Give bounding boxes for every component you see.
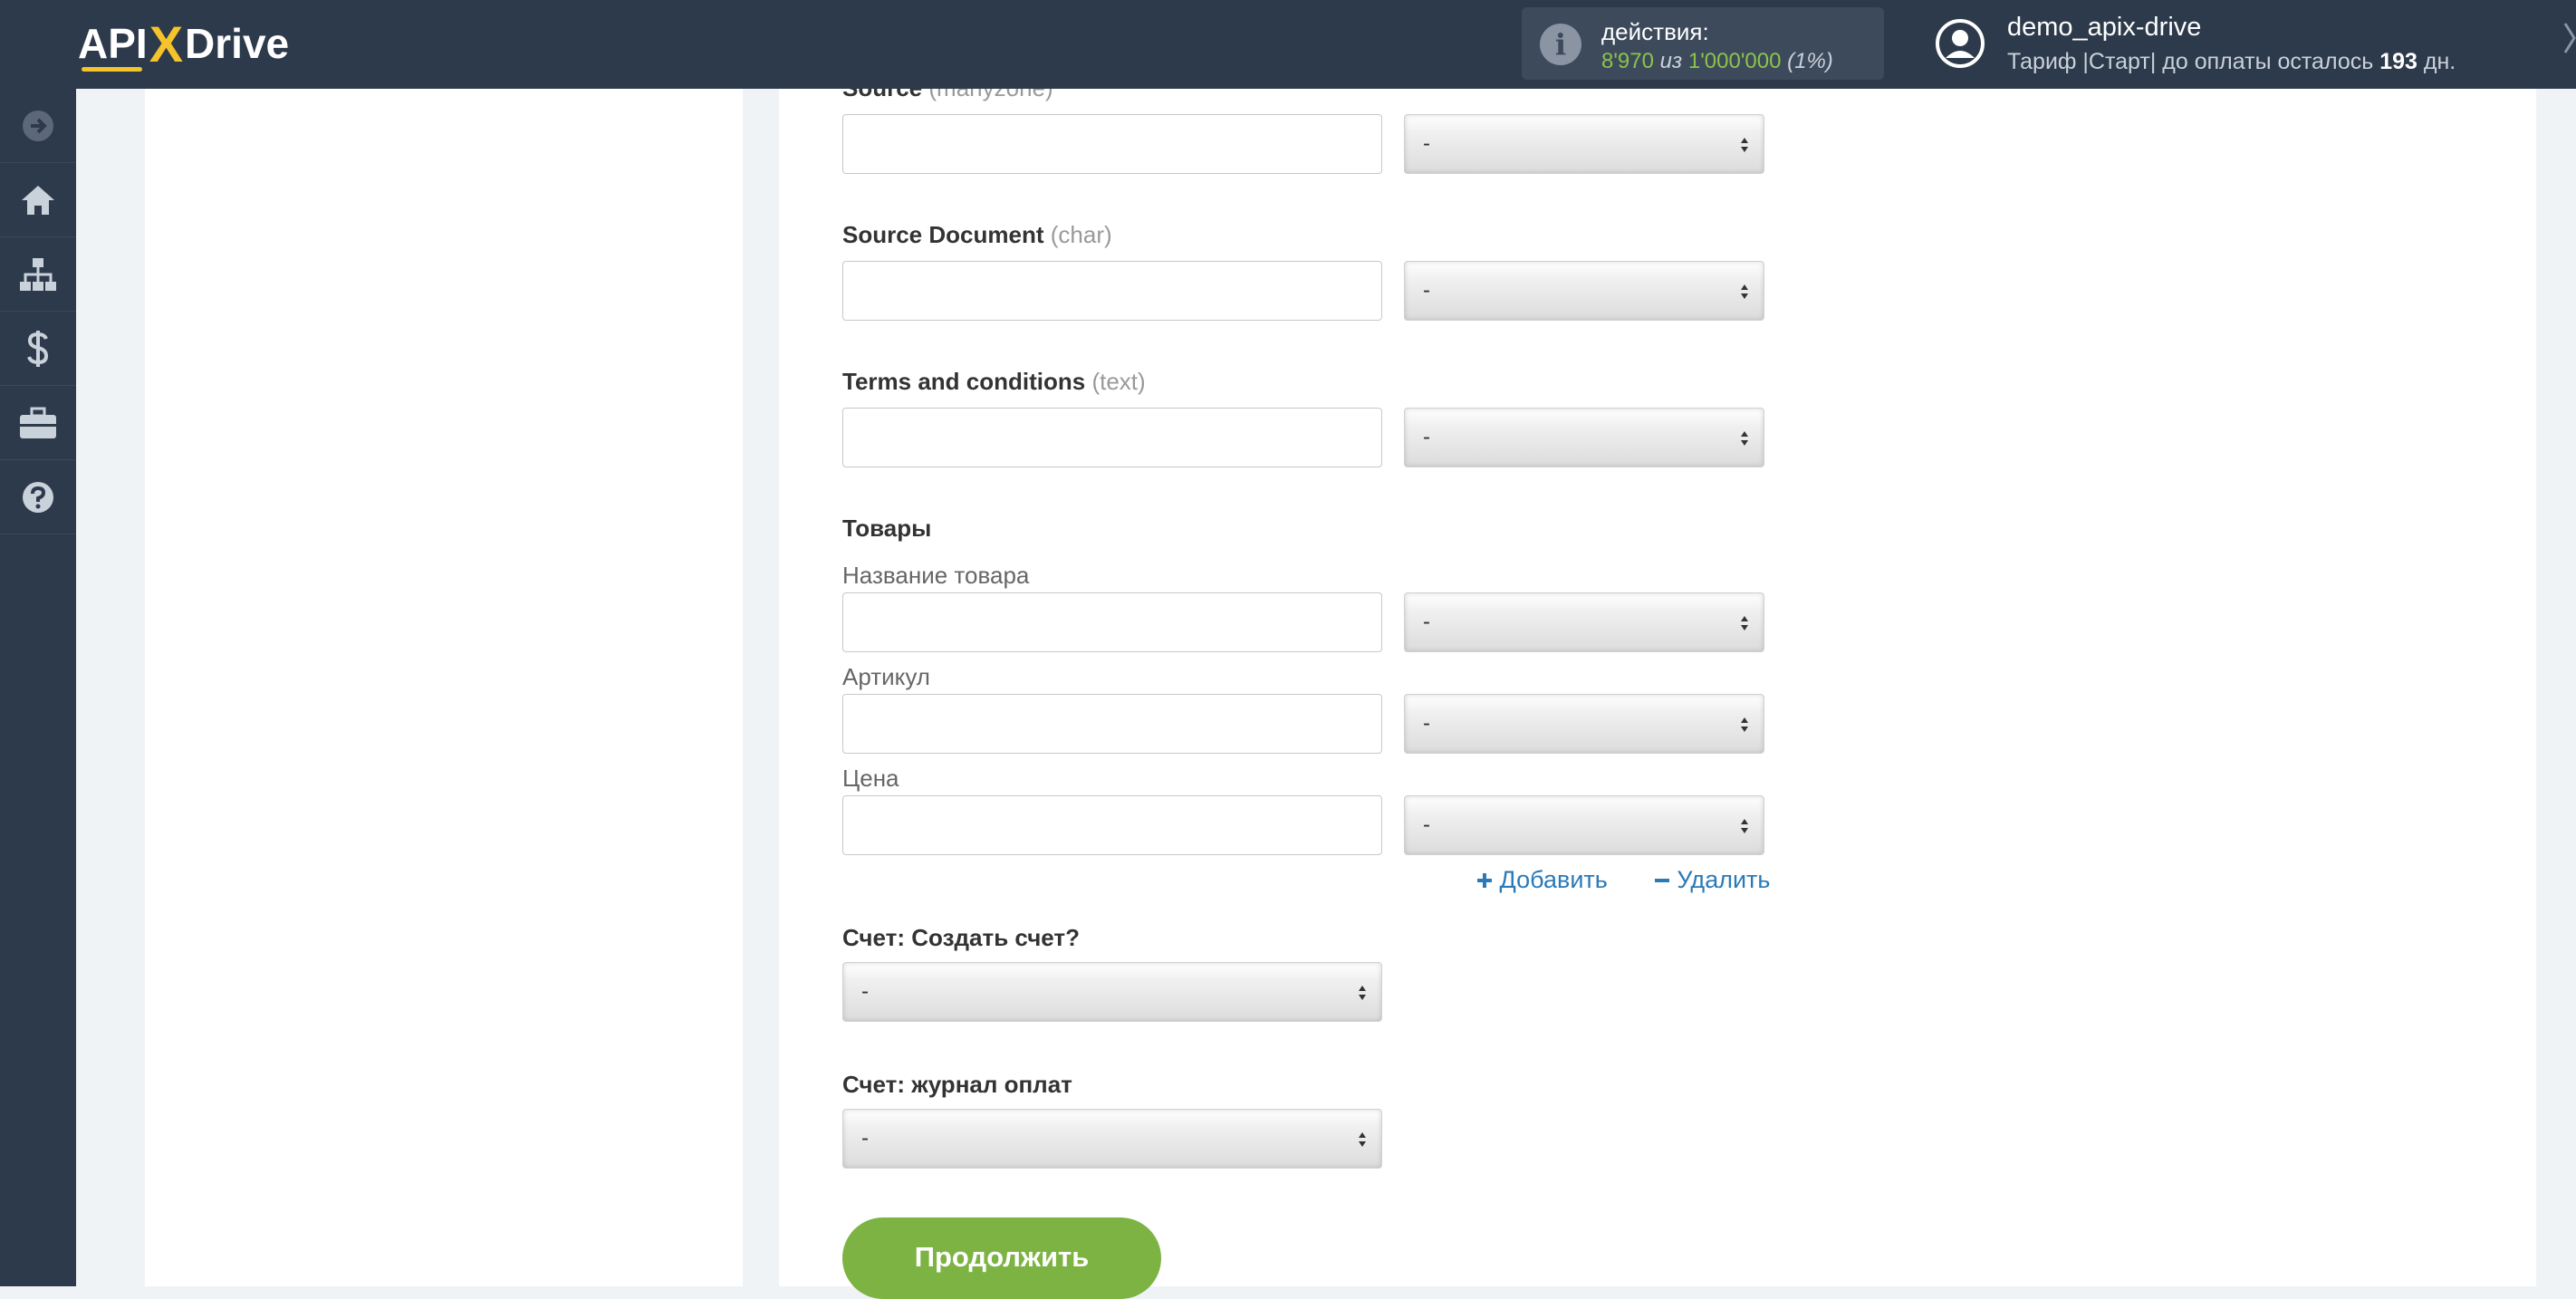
- arrow-right-circle-icon: [23, 110, 53, 141]
- sidebar-item-help[interactable]: [0, 460, 76, 534]
- sidebar-item-billing[interactable]: [0, 312, 76, 386]
- actions-label: действия:: [1601, 18, 1709, 45]
- goods-section-title: Товары: [842, 515, 932, 542]
- sidebar-item-services[interactable]: [0, 386, 76, 460]
- goods-sku-label: Артикул: [842, 663, 930, 690]
- select-arrows-icon: [1741, 819, 1748, 833]
- source-select[interactable]: -: [1404, 114, 1764, 174]
- select-arrows-icon: [1741, 284, 1748, 299]
- question-circle-icon: [23, 481, 53, 513]
- tariff-info: Тариф |Старт| до оплаты осталось 193 дн.: [2007, 49, 2456, 74]
- field-label-terms: Terms and conditions (text): [842, 368, 1146, 395]
- left-panel: [145, 89, 743, 1286]
- continue-button[interactable]: Продолжить: [842, 1217, 1161, 1299]
- apixdrive-logo[interactable]: API X Drive: [78, 14, 289, 72]
- goods-name-input[interactable]: [842, 592, 1382, 652]
- goods-sku-input[interactable]: [842, 694, 1382, 754]
- goods-sku-select[interactable]: -: [1404, 694, 1764, 754]
- source-document-select[interactable]: -: [1404, 261, 1764, 321]
- payment-journal-label: Счет: журнал оплат: [842, 1071, 1072, 1098]
- goods-name-label: Название товара: [842, 562, 1030, 589]
- sidebar-item-home[interactable]: [0, 163, 76, 237]
- source-document-input[interactable]: [842, 261, 1382, 321]
- minus-icon: [1654, 879, 1669, 882]
- chevron-icon[interactable]: [2563, 20, 2576, 56]
- info-icon: i: [1540, 24, 1581, 65]
- goods-actions: Добавить Удалить: [1476, 866, 1770, 894]
- user-avatar-icon: [1936, 19, 1985, 68]
- select-arrows-icon: [1741, 717, 1748, 732]
- top-bar: API X Drive i действия: 8'970 из 1'000'000…: [0, 0, 2576, 89]
- terms-select[interactable]: -: [1404, 408, 1764, 467]
- actions-counter: i действия: 8'970 из 1'000'000 (1%): [1522, 7, 1884, 80]
- select-arrows-icon: [1359, 986, 1366, 1000]
- invoice-create-label: Счет: Создать счет?: [842, 924, 1081, 951]
- field-label-source-document: Source Document (char): [842, 221, 1112, 248]
- plus-icon: [1477, 873, 1492, 888]
- goods-name-select[interactable]: -: [1404, 592, 1764, 652]
- invoice-create-select[interactable]: -: [842, 962, 1382, 1022]
- sidebar-item-collapse[interactable]: [0, 89, 76, 163]
- terms-input[interactable]: [842, 408, 1382, 467]
- select-arrows-icon: [1359, 1132, 1366, 1147]
- add-goods-link[interactable]: Добавить: [1476, 866, 1608, 893]
- home-icon: [22, 185, 54, 215]
- user-name: demo_apix-drive: [2007, 13, 2202, 42]
- briefcase-icon: [20, 407, 56, 438]
- goods-price-select[interactable]: -: [1404, 795, 1764, 855]
- select-arrows-icon: [1741, 616, 1748, 630]
- goods-price-label: Цена: [842, 765, 899, 792]
- select-arrows-icon: [1741, 431, 1748, 446]
- select-arrows-icon: [1741, 138, 1748, 152]
- sitemap-icon: [20, 257, 56, 291]
- sidebar-item-connections[interactable]: [0, 237, 76, 312]
- source-input[interactable]: [842, 114, 1382, 174]
- sidebar: [0, 89, 76, 1286]
- actions-count: 8'970 из 1'000'000 (1%): [1601, 49, 1833, 73]
- payment-journal-select[interactable]: -: [842, 1109, 1382, 1169]
- goods-price-input[interactable]: [842, 795, 1382, 855]
- remove-goods-link[interactable]: Удалить: [1654, 866, 1770, 893]
- dollar-icon: [27, 330, 49, 367]
